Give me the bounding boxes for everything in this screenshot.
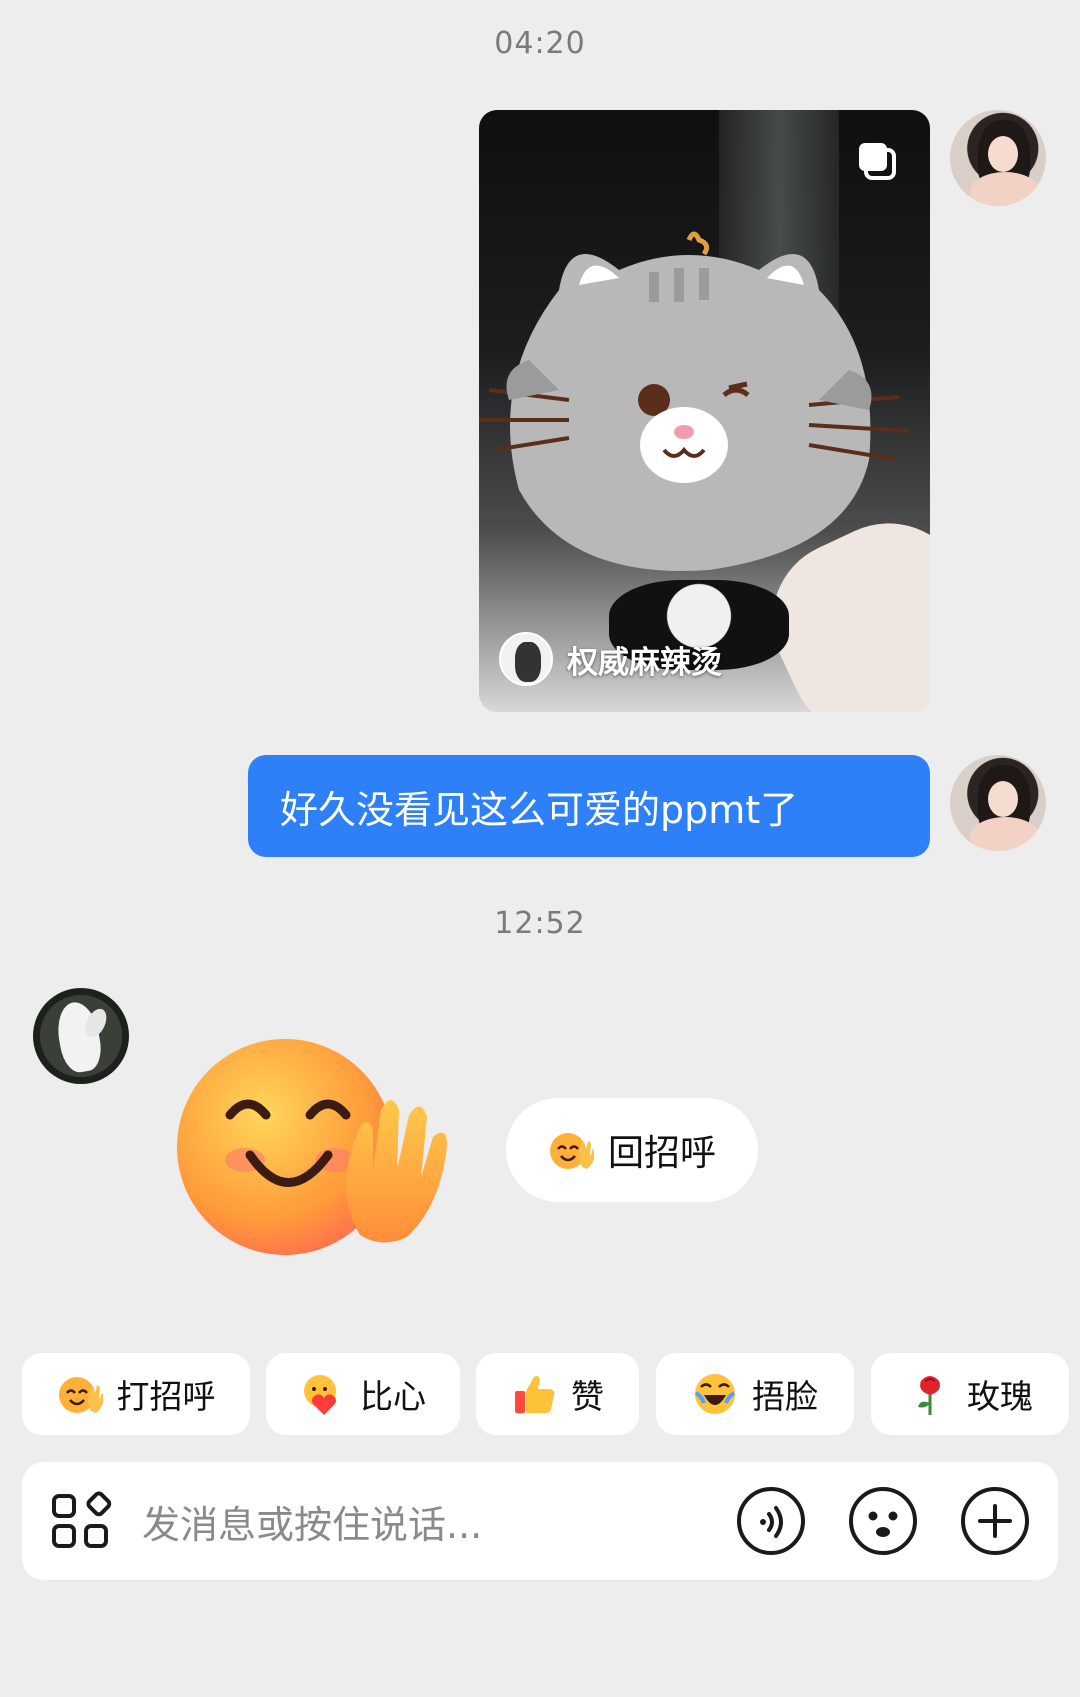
emoji-icon[interactable] [848,1486,918,1556]
quick-reply-label: 赞 [571,1377,604,1416]
timestamp: 12:52 [494,906,586,941]
video-author: 权威麻辣烫 [499,632,722,686]
quick-reply-rose[interactable]: 玫瑰 [871,1353,1069,1435]
apps-icon[interactable] [50,1490,112,1552]
quick-reply-facepalm[interactable]: 捂脸 [656,1353,854,1435]
voice-icon[interactable] [736,1486,806,1556]
timestamp: 04:20 [494,26,586,61]
message-input[interactable]: 发消息或按住说话... [142,1462,482,1580]
thumbs-up-emoji-icon [515,1376,555,1413]
avatar[interactable] [950,110,1046,206]
facepalm-laugh-emoji-icon [694,1374,736,1414]
message-composer: 发消息或按住说话... [22,1462,1058,1580]
outgoing-message-bubble[interactable]: 好久没看见这么可爱的ppmt了 [248,755,930,857]
avatar[interactable] [33,988,129,1084]
author-avatar [499,632,553,686]
reply-greeting-label: 回招呼 [607,1133,716,1174]
quick-reply-heart[interactable]: 比心 [266,1353,460,1435]
quick-reply-label: 捂脸 [752,1377,818,1416]
author-name: 权威麻辣烫 [567,644,722,681]
reply-greeting-button[interactable]: 回招呼 [506,1098,758,1202]
heart-hands-emoji-icon [304,1375,337,1415]
message-text: 好久没看见这么可爱的ppmt了 [280,787,799,832]
rose-emoji-icon [918,1376,940,1415]
stack-icon [859,143,896,180]
quick-reply-label: 打招呼 [116,1377,216,1416]
quick-reply-wave[interactable]: 打招呼 [22,1353,250,1435]
quick-reply-thumbs-up[interactable]: 赞 [476,1353,639,1435]
avatar[interactable] [950,755,1046,851]
wave-emoji-icon [58,1377,103,1413]
quick-reply-label: 比心 [360,1377,426,1416]
cat-sticker [479,231,910,571]
wave-emoji-icon [549,1133,594,1169]
shared-video-card[interactable]: 权威麻辣烫 [479,110,930,712]
quick-reply-label: 玫瑰 [967,1377,1033,1416]
plus-icon[interactable] [960,1486,1030,1556]
smile-wave-emoji[interactable] [175,1035,455,1260]
